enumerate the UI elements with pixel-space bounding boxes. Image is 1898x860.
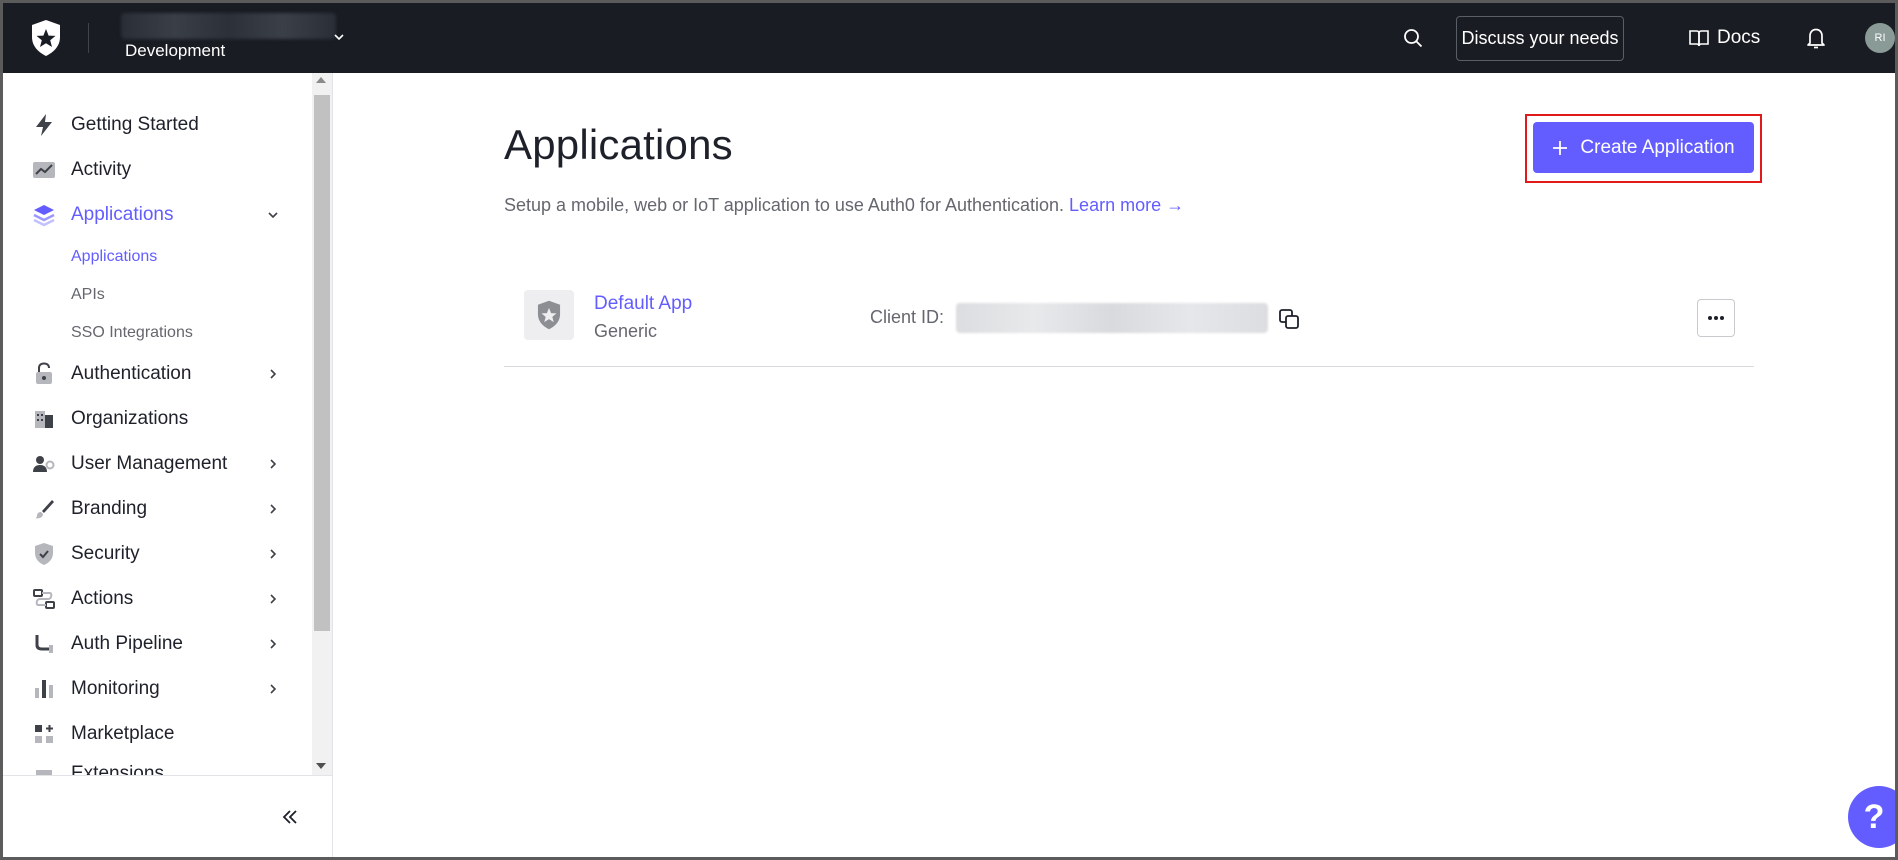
sidebar-item-actions[interactable]: Actions bbox=[31, 584, 291, 614]
chevron-right-icon[interactable] bbox=[265, 366, 281, 382]
sidebar-item-label: Monitoring bbox=[71, 678, 160, 699]
sidebar-item-label: Security bbox=[71, 543, 140, 564]
lock-icon bbox=[31, 361, 57, 387]
sidebar-item-security[interactable]: Security bbox=[31, 539, 291, 569]
brush-icon bbox=[31, 496, 57, 522]
sidebar-item-label: User Management bbox=[71, 453, 228, 474]
client-id-value-redacted bbox=[956, 303, 1268, 333]
bar-chart-icon bbox=[31, 676, 57, 702]
sidebar-item-marketplace[interactable]: Marketplace bbox=[31, 719, 291, 749]
top-bar: Development Discuss your needs Docs RI bbox=[3, 3, 1895, 73]
search-icon[interactable] bbox=[1402, 27, 1424, 49]
sidebar-item-label: Organizations bbox=[71, 408, 189, 429]
sidebar-item-monitoring[interactable]: Monitoring bbox=[31, 674, 291, 704]
create-application-button[interactable]: Create Application bbox=[1533, 122, 1754, 173]
sidebar-item-organizations[interactable]: Organizations bbox=[31, 404, 291, 434]
chevron-right-icon[interactable] bbox=[265, 501, 281, 517]
sidebar-subitem-apis[interactable]: APIs bbox=[71, 286, 105, 304]
scroll-up-arrow-icon[interactable] bbox=[316, 77, 326, 83]
pipeline-icon bbox=[31, 631, 57, 657]
docs-label: Docs bbox=[1717, 27, 1761, 48]
actions-flow-icon bbox=[31, 586, 57, 612]
sidebar-item-activity[interactable]: Activity bbox=[31, 155, 291, 185]
create-application-label: Create Application bbox=[1580, 136, 1735, 158]
topbar-divider bbox=[88, 23, 89, 53]
application-row: Default App Generic Client ID: bbox=[504, 275, 1754, 367]
ellipsis-icon bbox=[1708, 316, 1724, 320]
layers-icon bbox=[31, 202, 57, 228]
marketplace-icon bbox=[31, 721, 57, 747]
sidebar-subitem-applications[interactable]: Applications bbox=[71, 248, 157, 266]
learn-more-link[interactable]: Learn more → bbox=[1069, 195, 1184, 215]
sidebar: Getting Started Activity Applications Ap… bbox=[3, 73, 333, 857]
copy-icon[interactable] bbox=[1278, 308, 1300, 330]
tenant-environment[interactable]: Development bbox=[125, 41, 225, 61]
collapse-sidebar-icon[interactable] bbox=[279, 806, 301, 828]
sidebar-item-getting-started[interactable]: Getting Started bbox=[31, 110, 291, 140]
app-logo-icon bbox=[524, 290, 574, 340]
chevron-right-icon[interactable] bbox=[265, 456, 281, 472]
building-icon bbox=[31, 406, 57, 432]
chevron-right-icon[interactable] bbox=[265, 636, 281, 652]
subtitle-text: Setup a mobile, web or IoT application t… bbox=[504, 195, 1065, 215]
client-id-label: Client ID: bbox=[870, 307, 945, 327]
page-title: Applications bbox=[504, 121, 733, 168]
app-name-link[interactable]: Default App bbox=[594, 293, 692, 315]
chevron-right-icon[interactable] bbox=[265, 681, 281, 697]
sidebar-item-auth-pipeline[interactable]: Auth Pipeline bbox=[31, 629, 291, 659]
sidebar-item-authentication[interactable]: Authentication bbox=[31, 359, 291, 389]
shield-icon bbox=[31, 541, 57, 567]
sidebar-item-applications[interactable]: Applications bbox=[31, 200, 291, 230]
help-button[interactable]: ? bbox=[1848, 786, 1895, 848]
app-window: Development Discuss your needs Docs RI G… bbox=[0, 0, 1898, 860]
extensions-icon bbox=[31, 763, 57, 775]
bell-icon[interactable] bbox=[1805, 26, 1827, 50]
sidebar-item-label: Branding bbox=[71, 498, 148, 519]
question-mark-icon: ? bbox=[1863, 797, 1885, 836]
discuss-needs-button[interactable]: Discuss your needs bbox=[1456, 16, 1624, 61]
activity-chart-icon bbox=[31, 157, 57, 183]
sidebar-item-label: Auth Pipeline bbox=[71, 633, 183, 654]
sidebar-scrollbar[interactable] bbox=[312, 73, 332, 775]
chevron-right-icon[interactable] bbox=[265, 591, 281, 607]
app-type: Generic bbox=[594, 321, 658, 341]
more-options-button[interactable] bbox=[1697, 299, 1735, 337]
chevron-down-icon[interactable] bbox=[265, 207, 281, 223]
sidebar-item-label: Getting Started bbox=[71, 114, 199, 135]
sidebar-item-label: Marketplace bbox=[71, 723, 175, 744]
plus-icon bbox=[1553, 140, 1568, 155]
chevron-right-icon[interactable] bbox=[265, 546, 281, 562]
sidebar-item-label: Authentication bbox=[71, 363, 192, 384]
scroll-thumb[interactable] bbox=[314, 95, 330, 631]
auth0-logo-icon[interactable] bbox=[29, 19, 63, 57]
sidebar-item-label: Actions bbox=[71, 588, 134, 609]
sidebar-item-label: Applications bbox=[71, 204, 174, 225]
docs-link[interactable]: Docs bbox=[1689, 25, 1760, 51]
tenant-name-redacted[interactable] bbox=[121, 13, 336, 39]
book-icon bbox=[1689, 30, 1709, 47]
sidebar-footer bbox=[3, 775, 332, 857]
scroll-down-arrow-icon[interactable] bbox=[316, 763, 326, 769]
users-icon bbox=[31, 451, 57, 477]
user-avatar[interactable]: RI bbox=[1865, 23, 1895, 53]
sidebar-item-user-management[interactable]: User Management bbox=[31, 449, 291, 479]
sidebar-item-extensions[interactable]: Extensions bbox=[31, 763, 291, 775]
sidebar-subitem-sso-integrations[interactable]: SSO Integrations bbox=[71, 324, 193, 342]
bolt-icon bbox=[31, 112, 57, 138]
page-subtitle: Setup a mobile, web or IoT application t… bbox=[504, 195, 1184, 216]
sidebar-item-label: Activity bbox=[71, 159, 132, 180]
chevron-down-icon[interactable] bbox=[331, 29, 347, 45]
sidebar-item-branding[interactable]: Branding bbox=[31, 494, 291, 524]
sidebar-item-label: Extensions bbox=[71, 763, 164, 775]
